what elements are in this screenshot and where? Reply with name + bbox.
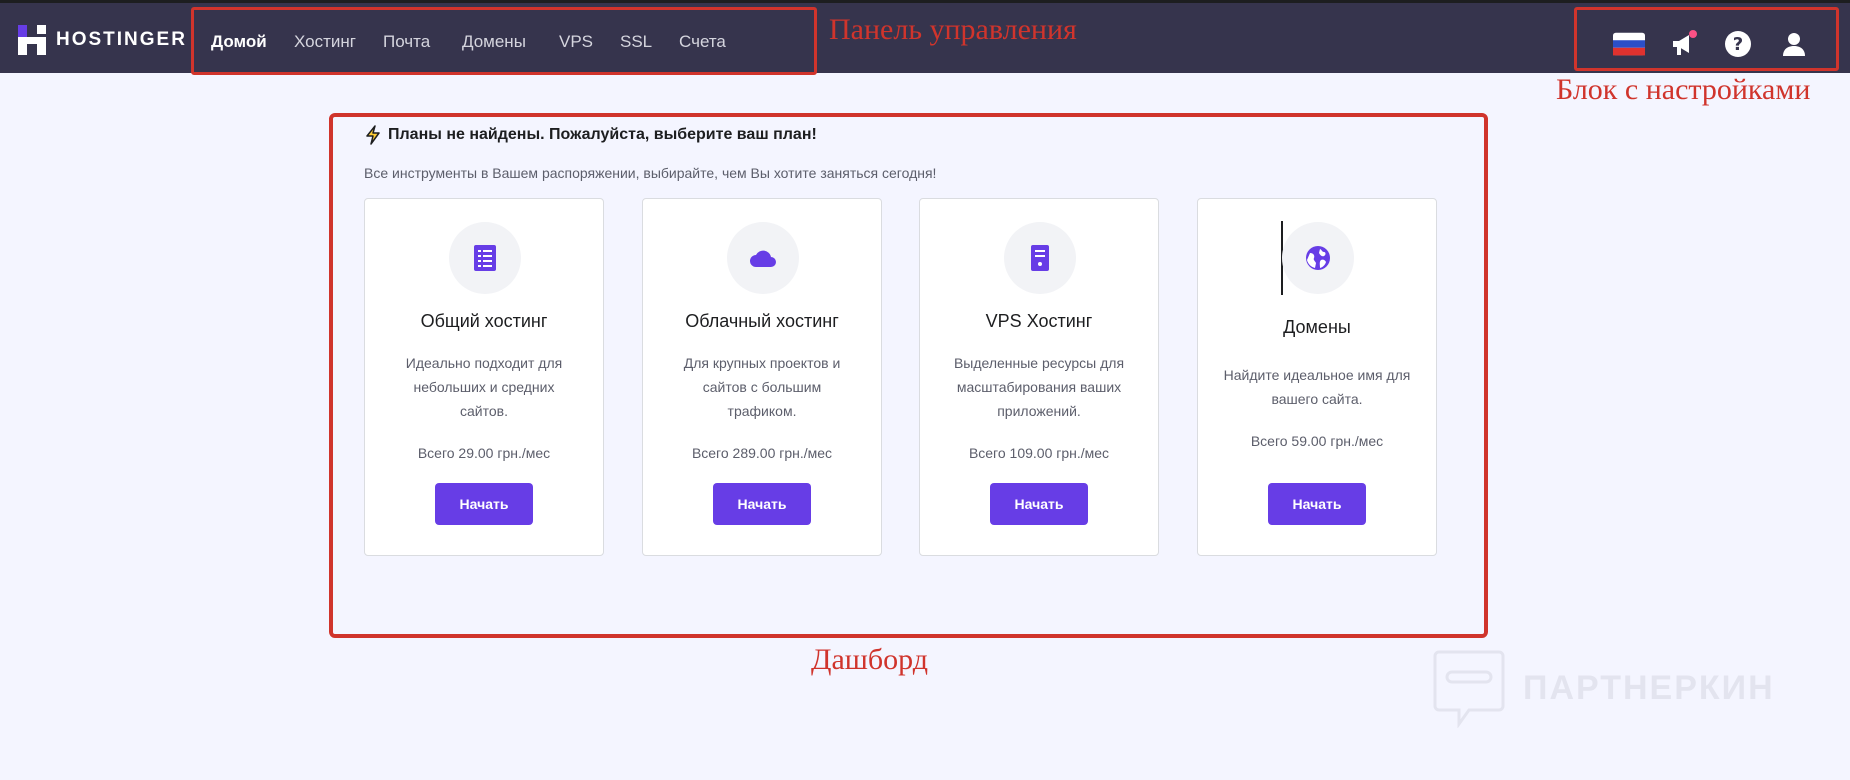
cloud-icon — [727, 222, 799, 294]
plan-card-description: Идеально подходит для небольших и средни… — [405, 355, 563, 419]
plan-card-title: VPS Хостинг — [985, 311, 1093, 331]
plan-card-shared-hosting: Общий хостинг Идеально подходит для небо… — [364, 198, 604, 556]
plan-card-price: Всего 109.00 грн./мес — [968, 445, 1110, 461]
start-button[interactable]: Начать — [990, 483, 1088, 525]
brand-name: HOSTINGER — [56, 29, 187, 50]
megaphone-icon[interactable] — [1668, 28, 1700, 60]
plan-card-price: Всего 289.00 грн./мес — [691, 445, 833, 461]
plan-card-description: Выделенные ресурсы для масштабирования в… — [953, 355, 1125, 419]
nav-item-ssl[interactable]: SSL — [620, 32, 652, 52]
settings-block: ? — [1574, 7, 1839, 71]
watermark-text: ПАРТНЕРКИН — [1523, 668, 1775, 707]
annotation-dashboard: Дашборд — [811, 643, 929, 676]
plan-card-title: Общий хостинг — [420, 311, 548, 331]
hostinger-logo-icon — [18, 25, 46, 55]
dashboard-title-text: Планы не найдены. Пожалуйста, выберите в… — [388, 126, 817, 143]
russia-flag-icon[interactable] — [1613, 28, 1645, 60]
dashboard-subtitle: Все инструменты в Вашем распоряжении, вы… — [364, 165, 937, 181]
control-panel-nav: Домой Хостинг Почта Домены VPS SSL Счета — [191, 7, 817, 75]
nav-item-billing[interactable]: Счета — [679, 32, 726, 52]
plan-card-price: Всего 29.00 грн./мес — [417, 445, 551, 461]
partnerkin-logo-icon — [1433, 650, 1505, 728]
nav-item-domains[interactable]: Домены — [462, 32, 526, 52]
dashboard: Планы не найдены. Пожалуйста, выберите в… — [329, 113, 1488, 638]
watermark: ПАРТНЕРКИН — [1433, 648, 1775, 728]
vps-server-icon — [1004, 222, 1076, 294]
svg-text:?: ? — [1733, 34, 1743, 55]
nav-item-hosting[interactable]: Хостинг — [294, 32, 356, 52]
annotation-settings-block: Блок с настройками — [1556, 73, 1811, 106]
start-button[interactable]: Начать — [713, 483, 811, 525]
plan-card-description: Найдите идеальное имя для вашего сайта. — [1223, 367, 1411, 407]
help-icon[interactable]: ? — [1722, 28, 1754, 60]
plan-card-domains: Домены Найдите идеальное имя для вашего … — [1197, 198, 1437, 556]
start-button[interactable]: Начать — [1268, 483, 1366, 525]
dashboard-title: Планы не найдены. Пожалуйста, выберите в… — [364, 125, 817, 145]
hostinger-logo[interactable]: HOSTINGER — [18, 23, 187, 57]
plan-card-title: Облачный хостинг — [685, 311, 839, 331]
plan-card-description: Для крупных проектов и сайтов с большим … — [683, 355, 841, 419]
plan-card-title: Домены — [1283, 317, 1351, 337]
nav-item-email[interactable]: Почта — [383, 32, 430, 52]
plan-card-price: Всего 59.00 грн./мес — [1250, 433, 1384, 449]
nav-item-vps[interactable]: VPS — [559, 32, 593, 52]
plan-card-vps-hosting: VPS Хостинг Выделенные ресурсы для масшт… — [919, 198, 1159, 556]
globe-icon — [1282, 222, 1354, 294]
lightning-icon — [366, 125, 380, 145]
plan-card-cloud-hosting: Облачный хостинг Для крупных проектов и … — [642, 198, 882, 556]
server-list-icon — [449, 222, 521, 294]
start-button[interactable]: Начать — [435, 483, 533, 525]
user-icon[interactable] — [1778, 28, 1810, 60]
annotation-control-panel: Панель управления — [829, 13, 1077, 46]
nav-item-home[interactable]: Домой — [211, 32, 267, 52]
